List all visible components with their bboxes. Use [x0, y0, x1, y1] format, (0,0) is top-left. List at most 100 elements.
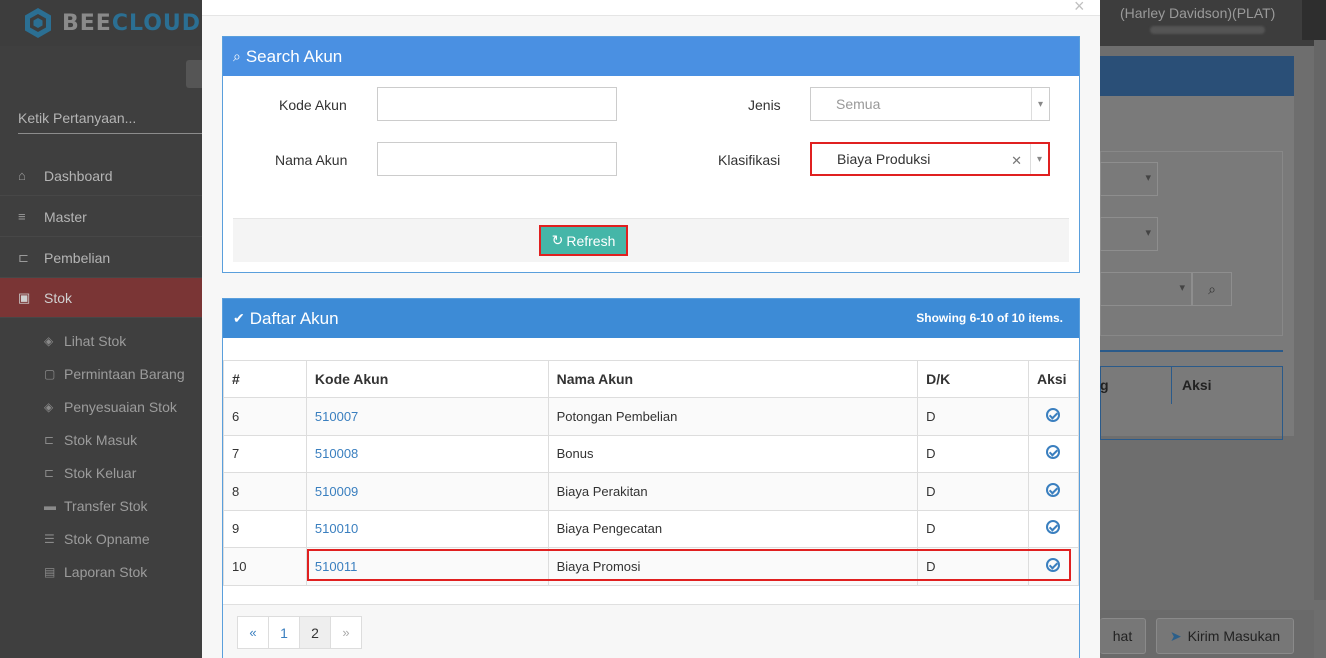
- cell-dk: D: [917, 472, 1029, 511]
- sidebar-sub-stok-opname[interactable]: ☰ Stok Opname: [44, 531, 150, 547]
- akun-table: # Kode Akun Nama Akun D/K Aksi 6 510007 …: [223, 360, 1080, 586]
- sidebar-sub-permintaan-barang[interactable]: ▢ Permintaan Barang: [44, 366, 185, 382]
- col-no[interactable]: #: [223, 360, 307, 398]
- pagination-page-2[interactable]: 2: [299, 616, 331, 649]
- jenis-select[interactable]: Semua ▾: [810, 87, 1050, 121]
- daftar-akun-panel: ✔ Daftar Akun Showing 6-10 of 10 items. …: [222, 298, 1080, 658]
- background-table-header-aksi: Aksi: [1182, 377, 1212, 393]
- sidebar-sub-laporan-stok[interactable]: ▤ Laporan Stok: [44, 564, 147, 580]
- sidebar-item-stok[interactable]: ▣ Stok: [0, 278, 202, 318]
- cart-icon: ⊏: [18, 249, 29, 265]
- select-check-icon[interactable]: [1046, 482, 1061, 497]
- col-dk[interactable]: D/K: [917, 360, 1029, 398]
- sidebar-sub-lihat-stok[interactable]: ◈ Lihat Stok: [44, 333, 126, 349]
- chevron-down-icon: ▾: [1031, 88, 1049, 120]
- refresh-bar: ↻ Refresh: [233, 218, 1069, 262]
- background-lihat-button[interactable]: hat: [1100, 618, 1146, 654]
- background-table-header-partial: g: [1100, 366, 1172, 404]
- klasifikasi-select[interactable]: Biaya Produksi ✕ ▾: [810, 142, 1050, 176]
- cell-kode-link[interactable]: 510007: [305, 397, 549, 436]
- cell-aksi: [1027, 472, 1080, 511]
- klasifikasi-label: Klasifikasi: [718, 152, 781, 168]
- search-akun-panel: ⌕ Search Akun Kode Akun Nama Akun Jenis …: [222, 36, 1080, 273]
- app-logo[interactable]: BEECLOUD: [22, 6, 202, 40]
- col-kode-akun[interactable]: Kode Akun: [305, 360, 549, 398]
- logo-text: BEECLOUD: [62, 10, 202, 36]
- table-row: 7 510008 Bonus D: [223, 434, 1080, 473]
- col-nama-akun[interactable]: Nama Akun: [547, 360, 919, 398]
- cell-nama: Biaya Pengecatan: [547, 509, 919, 548]
- book-icon: ▤: [44, 565, 56, 579]
- cell-kode-link[interactable]: 510011: [305, 547, 549, 586]
- background-select-2[interactable]: [1100, 217, 1158, 251]
- cell-aksi: [1027, 434, 1080, 473]
- cell-dk: D: [917, 547, 1029, 586]
- cell-no: 10: [223, 547, 307, 586]
- home-icon: ⌂: [18, 168, 26, 183]
- cell-dk: D: [917, 509, 1029, 548]
- select-check-icon[interactable]: [1046, 445, 1061, 460]
- close-icon[interactable]: ×: [1074, 0, 1085, 17]
- kode-akun-input[interactable]: [377, 87, 617, 121]
- sidebar-search-input[interactable]: Ketik Pertanyaan...: [18, 110, 202, 134]
- background-select-1[interactable]: [1100, 162, 1158, 196]
- menu-toggle-button[interactable]: [186, 60, 202, 88]
- cell-kode-link[interactable]: 510008: [305, 434, 549, 473]
- search-icon: ⌕: [233, 48, 241, 64]
- cell-no: 8: [223, 472, 307, 511]
- pagination-prev[interactable]: «: [237, 616, 269, 649]
- chevron-down-icon: ▾: [1030, 144, 1048, 174]
- clear-icon[interactable]: ✕: [1011, 153, 1022, 169]
- select-check-icon[interactable]: [1046, 520, 1061, 535]
- check-icon: ✔: [233, 310, 245, 326]
- cell-nama: Biaya Perakitan: [547, 472, 919, 511]
- user-name[interactable]: (Harley Davidson)(PLAT): [1120, 5, 1275, 21]
- cell-nama: Bonus: [547, 434, 919, 473]
- showing-summary: Showing 6-10 of 10 items.: [916, 311, 1063, 325]
- hexagon-logo-icon: [25, 8, 51, 38]
- sidebar-sub-stok-keluar[interactable]: ⊏ Stok Keluar: [44, 465, 136, 481]
- refresh-button[interactable]: ↻ Refresh: [539, 225, 628, 256]
- cubes-icon: ◈: [44, 400, 54, 414]
- topbar-right-block: [1302, 0, 1326, 40]
- list-panel-header: ✔ Daftar Akun Showing 6-10 of 10 items.: [223, 299, 1079, 338]
- user-subtitle-blurred: [1150, 26, 1265, 34]
- cell-dk: D: [917, 434, 1029, 473]
- sidebar-sub-transfer-stok[interactable]: ▬ Transfer Stok: [44, 498, 148, 514]
- background-panel-header: [1100, 56, 1294, 96]
- modal-header: ×: [202, 0, 1100, 16]
- kirim-masukan-button[interactable]: ➤ Kirim Masukan: [1156, 618, 1294, 654]
- akun-modal: × ⌕ Search Akun Kode Akun Nama Akun Jeni…: [202, 0, 1100, 658]
- table-row: 8 510009 Biaya Perakitan D: [223, 472, 1080, 511]
- pagination-bar: « 1 2 »: [223, 604, 1079, 658]
- cell-nama: Potongan Pembelian: [547, 397, 919, 436]
- send-icon: ➤: [1169, 627, 1182, 644]
- box-icon: ▣: [18, 289, 31, 305]
- cell-no: 7: [223, 434, 307, 473]
- sidebar-sub-stok-masuk[interactable]: ⊏ Stok Masuk: [44, 432, 137, 448]
- sidebar-item-master[interactable]: ≡ Master: [0, 197, 202, 237]
- cell-aksi: [1027, 397, 1080, 436]
- list-icon: ☰: [44, 532, 55, 546]
- cubes-icon: ◈: [44, 334, 54, 348]
- background-divider: [1100, 350, 1283, 352]
- select-check-icon[interactable]: [1046, 407, 1061, 422]
- cell-kode-link[interactable]: 510010: [305, 509, 549, 548]
- nama-akun-input[interactable]: [377, 142, 617, 176]
- cell-kode-link[interactable]: 510009: [305, 472, 549, 511]
- sidebar: Ketik Pertanyaan... ⌂ Dashboard ≡ Master ⊏…: [0, 46, 202, 658]
- select-check-icon[interactable]: [1046, 557, 1061, 572]
- pagination-next[interactable]: »: [330, 616, 362, 649]
- pagination-page-1[interactable]: 1: [268, 616, 300, 649]
- database-icon: ≡: [18, 209, 26, 224]
- table-row: 9 510010 Biaya Pengecatan D: [223, 509, 1080, 548]
- sidebar-item-dashboard[interactable]: ⌂ Dashboard: [0, 156, 202, 196]
- jenis-label: Jenis: [748, 97, 781, 113]
- sidebar-item-pembelian[interactable]: ⊏ Pembelian: [0, 238, 202, 278]
- sidebar-sub-penyesuaian-stok[interactable]: ◈ Penyesuaian Stok: [44, 399, 177, 415]
- background-search-button[interactable]: ⌕: [1192, 272, 1232, 306]
- kode-akun-label: Kode Akun: [279, 97, 347, 113]
- search-panel-header: ⌕ Search Akun: [223, 37, 1079, 76]
- background-select-3[interactable]: [1100, 272, 1192, 306]
- page-scrollbar[interactable]: [1314, 40, 1326, 600]
